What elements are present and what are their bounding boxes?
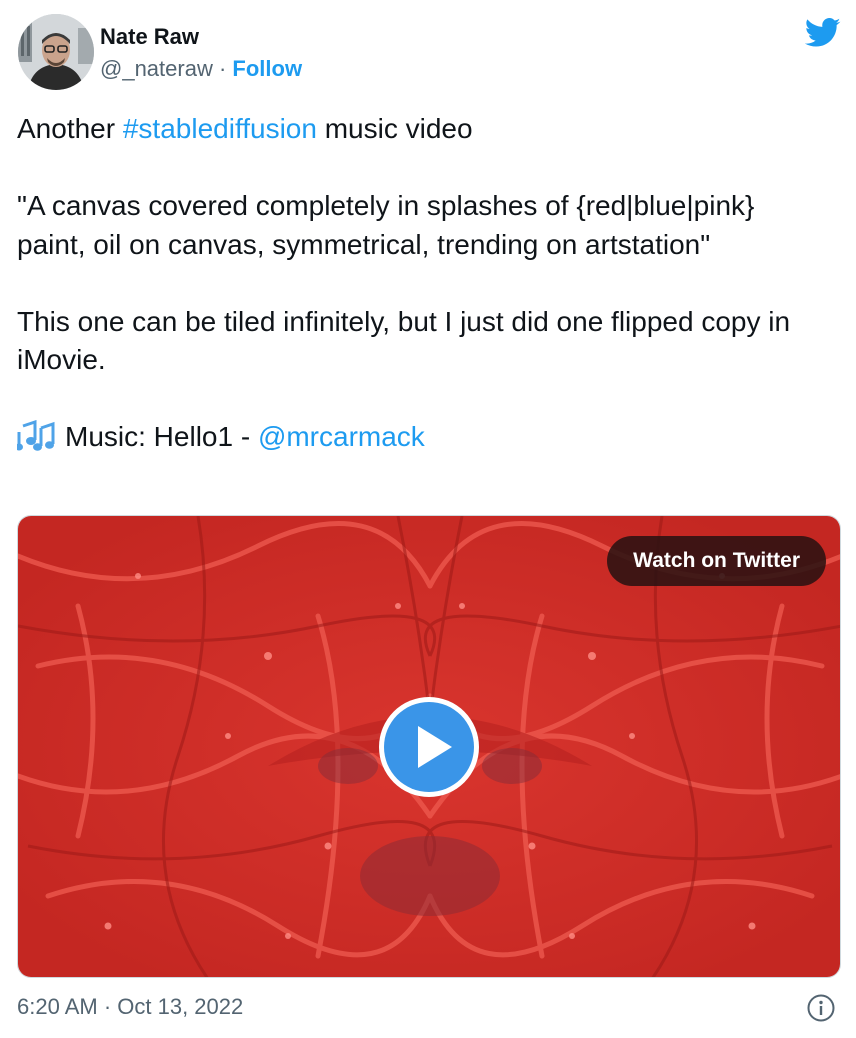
watch-on-twitter-button[interactable]: Watch on Twitter (607, 536, 826, 586)
music-credit: Music: Hello1 - @mrcarmack (17, 418, 827, 457)
intro-suffix-text: music video (316, 113, 473, 144)
video-media[interactable]: Watch on Twitter (17, 515, 841, 978)
avatar[interactable] (18, 14, 94, 90)
musical-notes-icon (17, 420, 55, 451)
author-handle[interactable]: @_nateraw (100, 56, 213, 81)
intro-text: Another (17, 113, 123, 144)
play-icon[interactable] (376, 694, 482, 800)
info-icon[interactable] (806, 993, 836, 1023)
separator-dot: · (218, 56, 227, 81)
author-name[interactable]: Nate Raw (100, 24, 199, 50)
prompt-quote: "A canvas covered completely in splashes… (17, 190, 755, 260)
twitter-bird-icon[interactable] (805, 18, 841, 48)
tweet-line-intro: Another #stablediffusion music video (17, 110, 827, 149)
avatar-image (18, 14, 94, 90)
tweet-text: Another #stablediffusion music video "A … (17, 110, 827, 457)
hashtag-link[interactable]: #stablediffusion (123, 113, 317, 144)
music-credit-text: Music: Hello1 - (65, 421, 258, 452)
tweet-timestamp[interactable]: 6:20 AM · Oct 13, 2022 (17, 994, 243, 1020)
follow-button[interactable]: Follow (232, 56, 302, 81)
author-handle-line: @_nateraw · Follow (100, 56, 302, 82)
tweet-note: This one can be tiled infinitely, but I … (17, 305, 791, 376)
mention-link[interactable]: @mrcarmack (258, 421, 425, 452)
